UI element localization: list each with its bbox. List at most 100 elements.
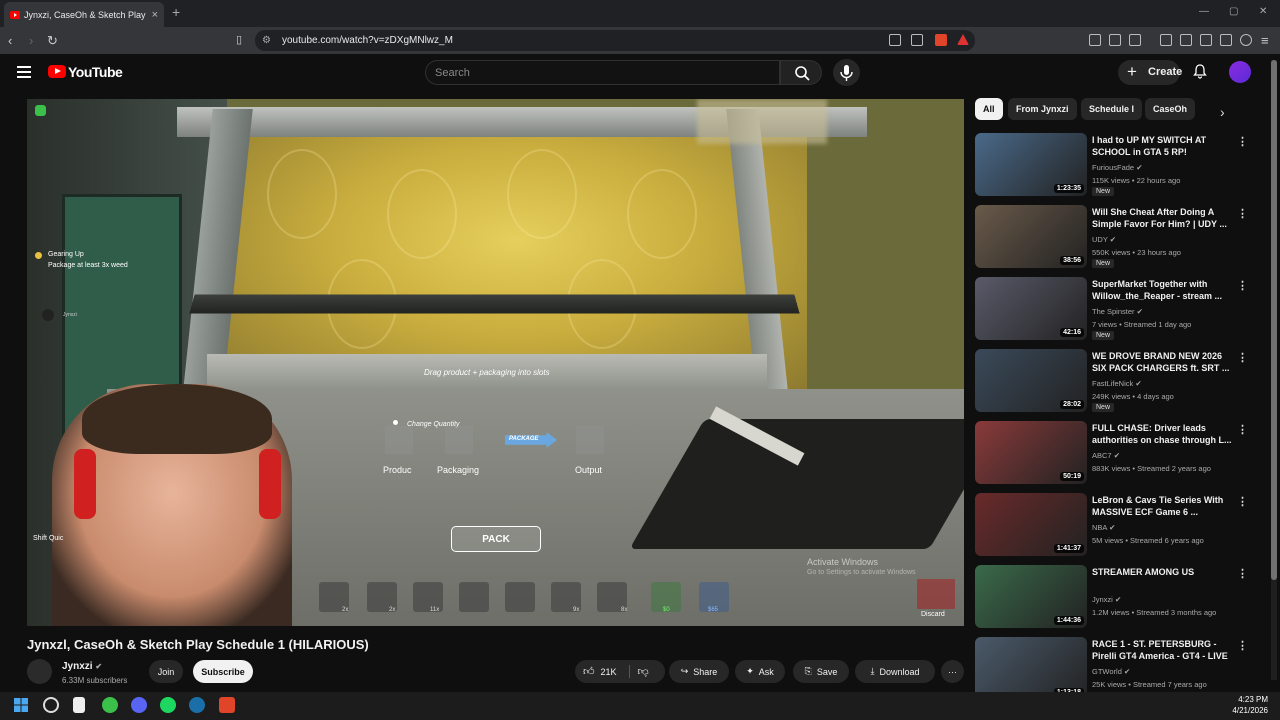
recommendation-channel[interactable]: FuriousFade ✔ — [1092, 163, 1143, 172]
minimize-icon[interactable]: — — [1199, 6, 1209, 17]
youtube-logo-icon[interactable] — [48, 65, 66, 78]
brave-icon[interactable] — [219, 697, 235, 713]
pack-button[interactable]: PACK — [451, 526, 541, 552]
create-button[interactable]: Create — [1118, 60, 1182, 85]
hotbar-slot-5[interactable] — [505, 582, 535, 612]
recommendation-channel-name[interactable]: UDY — [1092, 235, 1108, 244]
subscribe-button[interactable]: Subscribe — [193, 660, 253, 683]
recommendation-channel[interactable]: UDY ✔ — [1092, 235, 1116, 244]
recommendation-thumbnail[interactable]: 28:02 — [975, 349, 1087, 412]
taskbar-clock[interactable]: 4:23 PM 4/21/2026 — [1224, 694, 1268, 716]
chip-from-jynxzi[interactable]: From Jynxzi — [1008, 98, 1077, 120]
video-player[interactable]: Gearing Up Package at least 3x weed Jynx… — [27, 99, 964, 626]
search-button[interactable] — [780, 60, 822, 85]
output-slot[interactable] — [576, 426, 604, 454]
file-icon[interactable] — [73, 697, 85, 713]
join-button[interactable]: Join — [149, 660, 183, 683]
chip-schedule-i[interactable]: Schedule I — [1081, 98, 1143, 120]
notifications-bell-icon[interactable] — [1193, 64, 1207, 79]
channel-name[interactable]: Jynxzi ✔ — [62, 661, 102, 672]
product-slot[interactable] — [385, 426, 413, 454]
sidebar-icon[interactable] — [1180, 34, 1192, 46]
recommendation-channel-name[interactable]: FastLifeNick — [1092, 379, 1133, 388]
windows-start-icon[interactable] — [13, 697, 29, 713]
more-options-icon[interactable]: ⋮ — [1237, 423, 1248, 436]
recommendation-thumbnail[interactable]: 42:16 — [975, 277, 1087, 340]
packaging-slot[interactable] — [445, 426, 473, 454]
recommendation-title[interactable]: Will She Cheat After Doing A Simple Favo… — [1092, 206, 1232, 230]
dislike-icon[interactable]: 👎︎ — [628, 665, 649, 678]
reload-icon[interactable]: ↻ — [47, 33, 58, 49]
recommendation-channel[interactable]: NBA ✔ — [1092, 523, 1115, 532]
voice-search-button[interactable] — [833, 59, 860, 86]
recommendation-channel[interactable]: ABC7 ✔ — [1092, 451, 1120, 460]
address-bar[interactable]: youtube.com/watch?v=zDXgMNlwz_M — [255, 30, 975, 51]
forward-icon[interactable]: › — [29, 33, 33, 48]
menu-icon[interactable]: ≡ — [1261, 33, 1269, 48]
save-button[interactable]: ⎘ Save — [793, 660, 849, 683]
recommendation-thumbnail[interactable]: 1:44:36 — [975, 565, 1087, 628]
recommendation-title[interactable]: STREAMER AMONG US — [1092, 566, 1232, 578]
extension-2-icon[interactable] — [1129, 34, 1141, 46]
recommendation-thumbnail[interactable]: 1:23:35 — [975, 133, 1087, 196]
hotbar-slot-4[interactable] — [459, 582, 489, 612]
spotify-icon[interactable] — [160, 697, 176, 713]
recommendation-title[interactable]: LeBron & Cavs Tie Series With MASSIVE EC… — [1092, 494, 1232, 518]
chevron-right-icon[interactable]: › — [1220, 104, 1225, 120]
more-options-icon[interactable]: ⋮ — [1237, 495, 1248, 508]
recommendation-channel[interactable]: Jynxzi ✔ — [1092, 595, 1121, 604]
recommendation-thumbnail[interactable]: 38:56 — [975, 205, 1087, 268]
more-options-icon[interactable]: ⋮ — [1237, 207, 1248, 220]
like-count[interactable]: 21K — [601, 667, 617, 677]
more-options-icon[interactable]: ⋮ — [1237, 567, 1248, 580]
more-options-icon[interactable]: ⋮ — [1237, 351, 1248, 364]
more-options-icon[interactable]: ⋮ — [1237, 279, 1248, 292]
recommendation-title[interactable]: FULL CHASE: Driver leads authorities on … — [1092, 422, 1232, 446]
channel-name-text[interactable]: Jynxzi — [62, 661, 93, 672]
recommendation-item[interactable]: 28:02 WE DROVE BRAND NEW 2026 SIX PACK CH… — [975, 349, 1265, 413]
ask-button[interactable]: ✦ Ask — [735, 660, 785, 683]
recommendation-channel-name[interactable]: NBA — [1092, 523, 1107, 532]
recommendation-thumbnail[interactable]: 50:19 — [975, 421, 1087, 484]
share-page-icon[interactable] — [911, 34, 923, 46]
tab-close-icon[interactable]: × — [152, 9, 158, 21]
brave-rewards-icon[interactable] — [957, 34, 969, 45]
maximize-icon[interactable]: ▢ — [1229, 6, 1238, 17]
recommendation-item[interactable]: 42:16 SuperMarket Together with Willow_th… — [975, 277, 1265, 341]
recommendation-channel[interactable]: The Spinster ✔ — [1092, 307, 1143, 316]
discard-slot[interactable] — [917, 579, 955, 609]
recommendation-channel[interactable]: FastLifeNick ✔ — [1092, 379, 1142, 388]
chip-all[interactable]: All — [975, 98, 1003, 120]
bookmark-icon[interactable]: ▯ — [236, 33, 242, 46]
recommendation-thumbnail[interactable]: 1:41:37 — [975, 493, 1087, 556]
recommendation-item[interactable]: 1:44:36 STREAMER AMONG US Jynxzi ✔ 1.2M vie… — [975, 565, 1265, 629]
recommendation-channel-name[interactable]: Jynxzi — [1092, 595, 1113, 604]
xbox-icon[interactable] — [102, 697, 118, 713]
account-avatar[interactable] — [1229, 61, 1251, 83]
recommendation-channel-name[interactable]: ABC7 — [1092, 451, 1112, 460]
discord-icon[interactable] — [131, 697, 147, 713]
recommendation-item[interactable]: 38:56 Will She Cheat After Doing A Simple… — [975, 205, 1265, 269]
recommendation-channel[interactable]: GTWorld ✔ — [1092, 667, 1130, 676]
scrollbar-thumb[interactable] — [1271, 60, 1277, 580]
chip-caseoh[interactable]: CaseOh — [1145, 98, 1196, 120]
brave-shields-icon[interactable] — [935, 34, 947, 46]
extensions-puzzle-icon[interactable] — [1109, 34, 1121, 46]
extension-1-icon[interactable] — [1089, 34, 1101, 46]
recommendation-title[interactable]: RACE 1 - ST. PETERSBURG - Pirelli GT4 Am… — [1092, 638, 1232, 662]
youtube-logo-text[interactable]: YouTube — [68, 64, 123, 80]
recommendation-channel-name[interactable]: The Spinster — [1092, 307, 1135, 316]
obs-icon[interactable] — [43, 697, 59, 713]
site-info-icon[interactable]: ⚙ — [262, 35, 271, 46]
back-icon[interactable]: ‹ — [8, 33, 12, 48]
hamburger-menu-icon[interactable] — [17, 66, 31, 78]
recommendation-channel-name[interactable]: FuriousFade — [1092, 163, 1134, 172]
channel-avatar[interactable] — [27, 659, 52, 684]
recommendation-item[interactable]: 1:41:37 LeBron & Cavs Tie Series With MAS… — [975, 493, 1265, 557]
vpn-icon[interactable] — [1240, 34, 1252, 46]
recommendation-thumbnail[interactable]: 1:13:18 — [975, 637, 1087, 700]
new-tab-icon[interactable]: + — [172, 4, 180, 20]
leo-icon[interactable] — [1220, 34, 1232, 46]
steam-icon[interactable] — [189, 697, 205, 713]
download-button[interactable]: ⤓ Download — [855, 660, 935, 683]
